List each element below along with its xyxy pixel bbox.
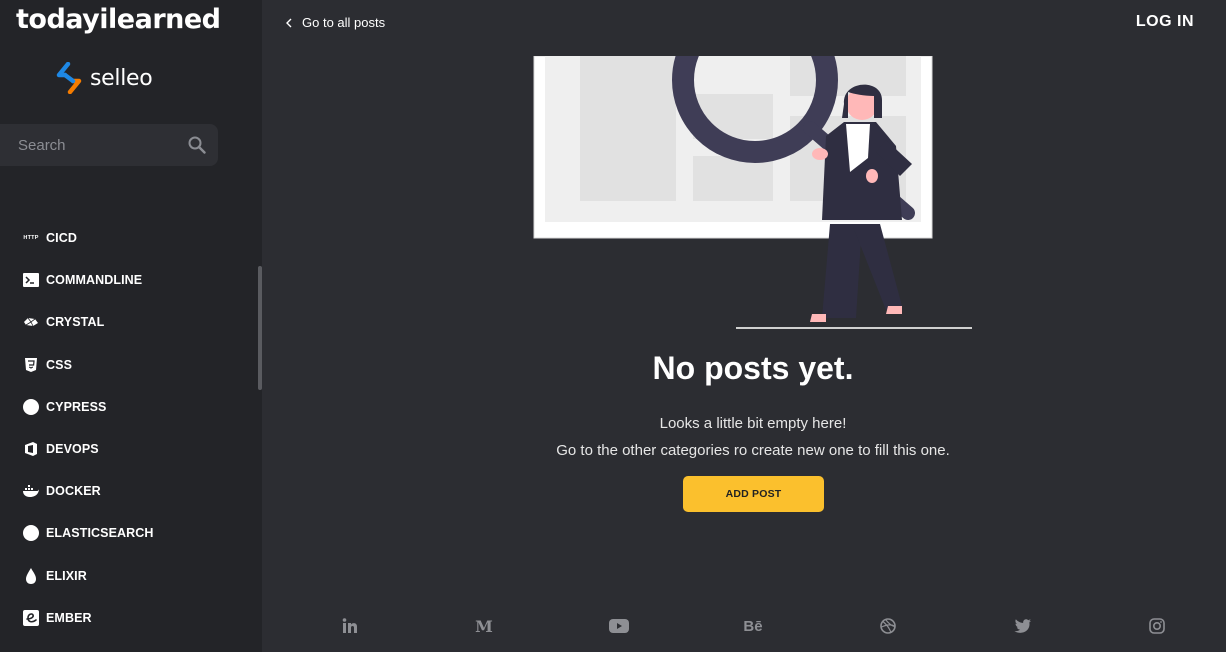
- company-name: selleo: [90, 65, 153, 91]
- elasticsearch-icon: [22, 524, 40, 542]
- sidebar-item-devops[interactable]: DEVOPS: [22, 428, 154, 470]
- http-glyph: HTTP: [23, 235, 39, 242]
- elixir-icon: [22, 567, 40, 585]
- back-to-all-posts-link[interactable]: Go to all posts: [286, 15, 385, 30]
- behance-glyph: Bē: [743, 617, 763, 635]
- docker-icon: [22, 482, 40, 500]
- sidebar-item-commandline[interactable]: COMMANDLINE: [22, 259, 154, 301]
- sidebar-item-elixir[interactable]: ELIXIR: [22, 555, 154, 597]
- login-button[interactable]: LOG IN: [1136, 13, 1194, 31]
- empty-state-illustration: [533, 56, 972, 329]
- sidebar-item-label: DOCKER: [46, 484, 101, 499]
- empty-state-message: Looks a little bit empty here!: [659, 415, 847, 432]
- twitter-icon[interactable]: [1012, 616, 1032, 636]
- linkedin-icon[interactable]: [340, 616, 360, 636]
- search-input[interactable]: [18, 124, 178, 166]
- empty-state-title: No posts yet.: [652, 350, 854, 386]
- sidebar-item-label: ELASTICSEARCH: [46, 526, 154, 541]
- css3-icon: [22, 356, 40, 374]
- medium-icon[interactable]: M: [474, 616, 494, 636]
- behance-icon[interactable]: Bē: [743, 616, 763, 636]
- terminal-icon: [22, 271, 40, 289]
- sidebar-item-label: CYPRESS: [46, 399, 107, 414]
- chevron-left-icon: [286, 18, 292, 27]
- sidebar-item-cicd[interactable]: HTTP CICD: [22, 217, 154, 259]
- search-box: [0, 124, 218, 166]
- sidebar-item-elasticsearch[interactable]: ELASTICSEARCH: [22, 512, 154, 554]
- ember-icon: [22, 609, 40, 627]
- http-icon: HTTP: [22, 229, 40, 247]
- sidebar-item-label: CRYSTAL: [46, 315, 105, 330]
- dribbble-icon[interactable]: [878, 616, 898, 636]
- cypress-icon: [22, 398, 40, 416]
- sidebar-item-docker[interactable]: DOCKER: [22, 470, 154, 512]
- back-link-label: Go to all posts: [302, 15, 386, 30]
- sidebar-item-ember[interactable]: EMBER: [22, 597, 154, 639]
- sidebar-item-css[interactable]: CSS: [22, 344, 154, 386]
- sidebar-item-label: CICD: [46, 231, 77, 246]
- sidebar-item-label: ELIXIR: [46, 568, 87, 583]
- selleo-logo-icon: [56, 62, 82, 94]
- add-post-button[interactable]: ADD POST: [683, 476, 824, 512]
- category-list: HTTP CICD COMMANDLINE CRYSTAL CSS CYPRES…: [22, 217, 154, 639]
- medium-glyph: M: [475, 616, 493, 636]
- sidebar-item-label: EMBER: [46, 610, 92, 625]
- sidebar-item-label: DEVOPS: [46, 442, 99, 457]
- sidebar-item-label: COMMANDLINE: [46, 273, 143, 288]
- company-logo[interactable]: selleo: [54, 62, 153, 94]
- sidebar: todayilearned selleo HTTP CICD COMMANDLI…: [0, 0, 262, 652]
- youtube-icon[interactable]: [609, 616, 629, 636]
- empty-state-hint: Go to the other categories ro create new…: [556, 442, 950, 459]
- crystal-icon: [22, 313, 40, 331]
- sidebar-item-crystal[interactable]: CRYSTAL: [22, 301, 154, 343]
- sidebar-item-cypress[interactable]: CYPRESS: [22, 386, 154, 428]
- sidebar-item-label: CSS: [46, 357, 73, 372]
- brand-logo[interactable]: todayilearned: [16, 4, 221, 35]
- instagram-icon[interactable]: [1147, 616, 1167, 636]
- devops-icon: [22, 440, 40, 458]
- search-icon[interactable]: [188, 136, 206, 154]
